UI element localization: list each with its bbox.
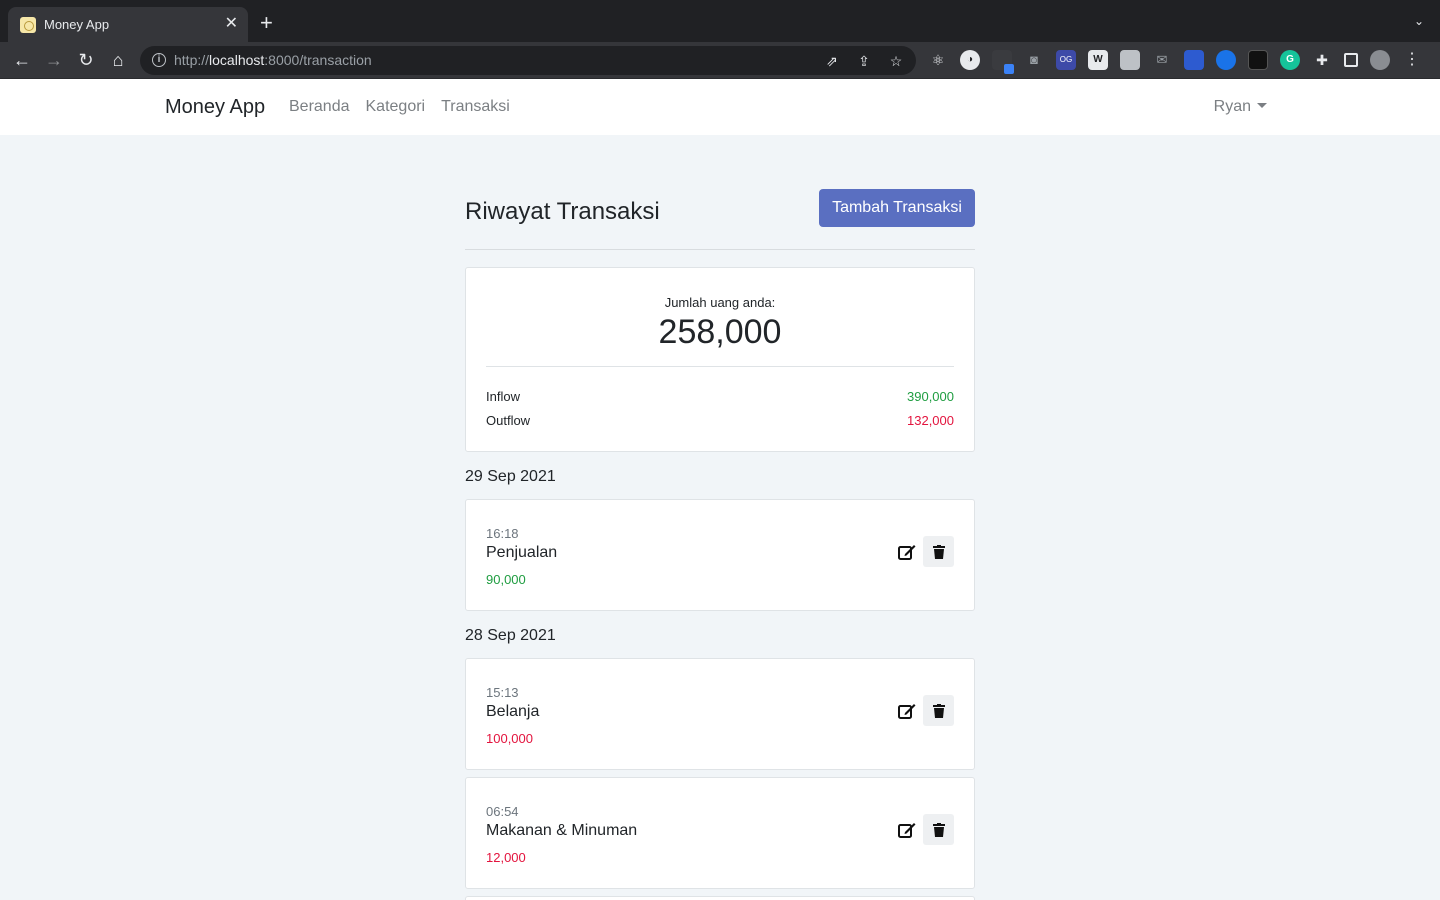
camera-icon[interactable]: ◙ (1024, 50, 1044, 70)
translate-extension-icon[interactable] (1184, 50, 1204, 70)
transaction-time: 15:13 (486, 685, 519, 700)
brand-logo[interactable]: Money App (165, 96, 265, 119)
grammarly-icon[interactable]: G (1280, 50, 1300, 70)
date-heading: 29 Sep 2021 (465, 468, 556, 485)
browser-tab-bar: Money App ✕ + ⌄ (0, 0, 1440, 42)
extensions-bar: ⚛ ◑ ◙ OG W ✉ G ✚ ⋮ (928, 50, 1422, 74)
transaction-category: Penjualan (486, 544, 558, 561)
tab-title: Money App (44, 17, 110, 32)
transaction-amount: 12,000 (486, 850, 526, 865)
browser-tab[interactable]: Money App ✕ (8, 7, 248, 42)
extensions-puzzle-icon[interactable]: ✚ (1312, 50, 1332, 70)
mail-extension-icon[interactable]: ✉ (1152, 50, 1172, 70)
address-bar[interactable]: i http://localhost:8000/transaction ⇗ ⇪ … (140, 46, 916, 75)
nav-link-beranda[interactable]: Beranda (289, 98, 350, 116)
forward-icon[interactable]: → (44, 50, 64, 70)
og-extension-icon[interactable]: OG (1056, 50, 1076, 70)
reload-icon[interactable]: ↻ (76, 50, 96, 70)
divider (486, 366, 954, 367)
transaction-category: Belanja (486, 703, 540, 720)
transaction-category: Makanan & Minuman (486, 822, 638, 839)
back-icon[interactable]: ← (12, 50, 32, 70)
site-info-icon[interactable]: i (152, 53, 166, 67)
share-icon[interactable]: ⇪ (854, 51, 874, 71)
transaction-card: 16:18 Penjualan 90,000 (465, 499, 975, 611)
nav-link-transaksi[interactable]: Transaksi (441, 98, 510, 116)
date-heading: 28 Sep 2021 (465, 627, 556, 644)
open-external-icon[interactable]: ⇗ (822, 51, 842, 71)
user-dropdown[interactable]: Ryan (1214, 98, 1267, 116)
page-title: Riwayat Transaksi (465, 198, 660, 225)
transaction-time: 06:54 (486, 804, 519, 819)
transaction-amount: 90,000 (486, 572, 526, 587)
openai-extension-icon[interactable] (1248, 50, 1268, 70)
trash-icon[interactable] (923, 814, 954, 845)
add-transaction-button[interactable]: Tambah Transaksi (819, 189, 975, 227)
app-navbar: Money App Beranda Kategori Transaksi Rya… (0, 79, 1440, 135)
browser-menu-icon[interactable]: ⋮ (1402, 50, 1422, 70)
side-panel-icon[interactable] (1344, 53, 1358, 67)
inflow-row: Inflow 390,000 (486, 389, 954, 407)
page-header: Riwayat Transaksi Tambah Transaksi (465, 135, 975, 250)
outflow-label: Outflow (486, 413, 531, 428)
transaction-card-partial (465, 896, 975, 900)
nav-link-kategori[interactable]: Kategori (366, 98, 426, 116)
tab-search-chevron-icon[interactable]: ⌄ (1414, 14, 1424, 28)
globe-extension-icon[interactable] (1216, 50, 1236, 70)
edit-icon[interactable] (896, 819, 918, 841)
trash-icon[interactable] (923, 695, 954, 726)
balance-summary-card: Jumlah uang anda: 258,000 Inflow 390,000… (465, 267, 975, 452)
color-picker-icon[interactable] (992, 50, 1014, 74)
transaction-card: 06:54 Makanan & Minuman 12,000 (465, 777, 975, 889)
nav-links: Beranda Kategori Transaksi (289, 98, 510, 116)
edit-icon[interactable] (896, 541, 918, 563)
url-text: http://localhost:8000/transaction (174, 52, 372, 68)
caret-down-icon (1257, 103, 1267, 108)
trash-icon[interactable] (923, 536, 954, 567)
new-tab-icon[interactable]: + (260, 12, 273, 34)
outflow-value: 132,000 (907, 413, 954, 428)
edit-icon[interactable] (896, 700, 918, 722)
transaction-card: 15:13 Belanja 100,000 (465, 658, 975, 770)
w-extension-icon[interactable]: W (1088, 50, 1108, 70)
profile-avatar[interactable] (1370, 50, 1390, 70)
favicon-icon (20, 17, 36, 33)
inflow-value: 390,000 (907, 389, 954, 404)
bookmark-star-icon[interactable]: ☆ (886, 51, 906, 71)
react-devtools-icon[interactable]: ⚛ (928, 50, 948, 70)
inflow-label: Inflow (486, 389, 520, 404)
extension-circle-icon[interactable]: ◑ (960, 50, 980, 70)
browser-toolbar: ← → ↻ ⌂ i http://localhost:8000/transact… (0, 42, 1440, 79)
balance-total: 258,000 (658, 313, 782, 351)
outflow-row: Outflow 132,000 (486, 413, 954, 431)
transaction-time: 16:18 (486, 526, 519, 541)
balance-label: Jumlah uang anda: (664, 295, 776, 310)
main-container: Riwayat Transaksi Tambah Transaksi Jumla… (465, 135, 975, 900)
transaction-amount: 100,000 (486, 731, 533, 746)
close-tab-icon[interactable]: ✕ (225, 14, 238, 34)
home-icon[interactable]: ⌂ (108, 50, 128, 70)
image-extension-icon[interactable] (1120, 50, 1140, 70)
